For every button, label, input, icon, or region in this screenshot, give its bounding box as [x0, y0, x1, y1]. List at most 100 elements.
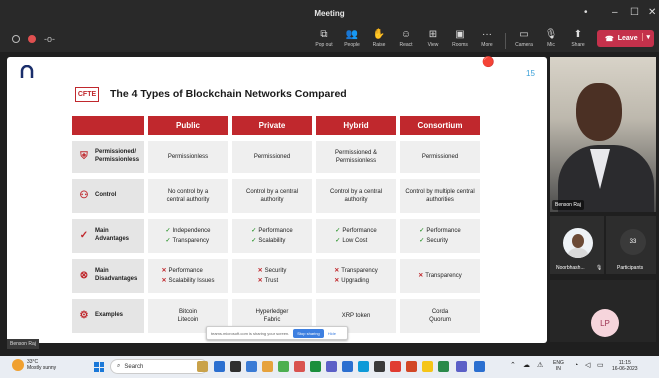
cell: Control by multiple central authorities	[400, 179, 480, 213]
cfte-logo: CFTE	[75, 87, 99, 102]
row-label-disadvantages: ⊗ Main Disadvantages	[72, 259, 144, 293]
app-icon[interactable]	[230, 361, 241, 372]
hand-icon: ✋	[372, 29, 386, 40]
rooms-button[interactable]: ▣ Rooms	[446, 29, 474, 48]
app-icon[interactable]	[406, 361, 417, 372]
status-circle-icon	[12, 35, 20, 43]
check-icon: ✓	[165, 228, 171, 235]
windows-start-icon[interactable]	[94, 362, 104, 372]
teams-icon[interactable]	[456, 361, 467, 372]
mic-icon: 🎙	[544, 29, 558, 40]
window-title: Meeting	[314, 9, 345, 18]
app-icon[interactable]	[438, 361, 449, 372]
row-label-control: ⚇ Control	[72, 179, 144, 213]
cross-icon: ✕	[418, 272, 424, 279]
slide-title: The 4 Types of Blockchain Networks Compa…	[110, 88, 347, 100]
tray-chevron-up-icon[interactable]: ⌃	[510, 362, 516, 371]
app-icon[interactable]	[262, 361, 273, 372]
row-label-permissioned: ⛨ Permissioned/ Permissionless	[72, 141, 144, 173]
check-icon: ✓	[165, 237, 171, 244]
volume-icon[interactable]: ◁	[585, 362, 590, 371]
cross-icon: ✕	[161, 268, 167, 275]
battery-icon[interactable]: ▭	[597, 362, 604, 371]
app-icon[interactable]	[246, 361, 257, 372]
app-icon[interactable]	[474, 361, 485, 372]
row-label-advantages: ✓ Main Advantages	[72, 219, 144, 253]
cell: Control by a central authority	[316, 179, 396, 213]
raise-hand-button[interactable]: ✋ Raise	[365, 29, 393, 48]
wifi-icon[interactable]: ◔	[574, 362, 578, 371]
window-dot-menu[interactable]: •	[584, 7, 588, 18]
leave-button[interactable]: ☎ Leave ▾	[597, 30, 654, 47]
self-avatar: LP	[591, 309, 619, 337]
share-icon: ⬆	[573, 29, 583, 40]
cell: Permissioned & Permissionless	[316, 141, 396, 173]
taskbar-search[interactable]: ⌕ Search	[110, 359, 208, 374]
screen-share-bar: teams.microsoft.com is sharing your scre…	[206, 326, 348, 340]
grid-icon: ⊞	[428, 29, 438, 40]
check-icon: ✓	[335, 237, 341, 244]
recording-icon	[28, 35, 36, 43]
people-button[interactable]: 👥 People	[338, 29, 366, 48]
app-icon[interactable]	[197, 361, 208, 372]
chevron-down-icon[interactable]: ▾	[642, 33, 650, 41]
app-icon[interactable]	[326, 361, 337, 372]
cell: Permissioned	[400, 141, 480, 173]
check-icon: ✓	[419, 228, 425, 235]
cell: ✓ Independence ✓ Transparency	[148, 219, 228, 253]
app-icon[interactable]	[390, 361, 401, 372]
weather-widget[interactable]: 33°C Mostly sunny	[12, 359, 56, 371]
app-logo-icon	[20, 65, 34, 78]
cross-icon: ✕	[257, 268, 263, 275]
app-icon[interactable]	[374, 361, 385, 372]
minimize-button[interactable]: –	[612, 7, 618, 18]
mic-muted-icon: 🎙	[596, 265, 603, 271]
language-indicator[interactable]: ENG IN	[553, 360, 564, 373]
speaker-head	[576, 83, 622, 141]
cloud-icon[interactable]: ☁	[523, 362, 530, 371]
user-icon: ⚇	[79, 190, 89, 201]
cell: ✓ Performance ✓ Security	[400, 219, 480, 253]
view-button[interactable]: ⊞ View	[419, 29, 447, 48]
clock[interactable]: 11:15 16-06-2023	[612, 360, 638, 373]
share-button[interactable]: ⬆ Share	[564, 29, 592, 48]
more-button[interactable]: ··· More	[473, 29, 501, 48]
mic-button[interactable]: 🎙 Mic	[537, 29, 565, 48]
column-header-hybrid: Hybrid	[316, 116, 396, 135]
app-icon[interactable]	[294, 361, 305, 372]
header-blank-cell	[72, 116, 144, 135]
popout-button[interactable]: ⧉ Pop out	[310, 29, 338, 48]
cell: Corda Quorum	[400, 299, 480, 333]
stop-sharing-button[interactable]: Stop sharing	[293, 328, 324, 338]
maximize-button[interactable]: ☐	[630, 7, 639, 18]
cell: Permissionless	[148, 141, 228, 173]
app-icon[interactable]	[214, 361, 225, 372]
people-icon: 👥	[345, 29, 359, 40]
cross-icon: ✕	[161, 277, 167, 284]
app-icon[interactable]	[342, 361, 353, 372]
row-label-examples: ⚙ Examples	[72, 299, 144, 333]
meeting-toolbar: -o- ⧉ Pop out 👥 People ✋ Raise ☺ React ⊞ View…	[0, 28, 659, 52]
cell: ✕ Transparency	[400, 259, 480, 293]
cell: Permissioned	[232, 141, 312, 173]
more-dots-icon[interactable]: -o-	[44, 34, 55, 44]
cross-icon: ✕	[334, 268, 340, 275]
react-button[interactable]: ☺ React	[392, 29, 420, 48]
app-icon[interactable]	[422, 361, 433, 372]
close-window-button[interactable]: ✕	[648, 7, 656, 18]
column-header-private: Private	[232, 116, 312, 135]
smile-icon: ☺	[400, 29, 412, 40]
warning-icon[interactable]: ⚠	[537, 362, 543, 371]
app-icon[interactable]	[358, 361, 369, 372]
speaker-video	[550, 57, 656, 212]
app-icon[interactable]	[310, 361, 321, 372]
cross-icon: ✕	[257, 277, 263, 284]
camera-button[interactable]: ▭ Camera	[510, 29, 538, 48]
popout-icon: ⧉	[320, 29, 328, 40]
app-icon[interactable]	[278, 361, 289, 372]
column-header-consortium: Consortium	[400, 116, 480, 135]
cell: ✓ Performance ✓ Low Cost	[316, 219, 396, 253]
title-bar: Meeting • – ☐ ✕	[0, 0, 659, 28]
avatar	[563, 228, 593, 258]
hide-button[interactable]: Hide	[328, 331, 336, 336]
